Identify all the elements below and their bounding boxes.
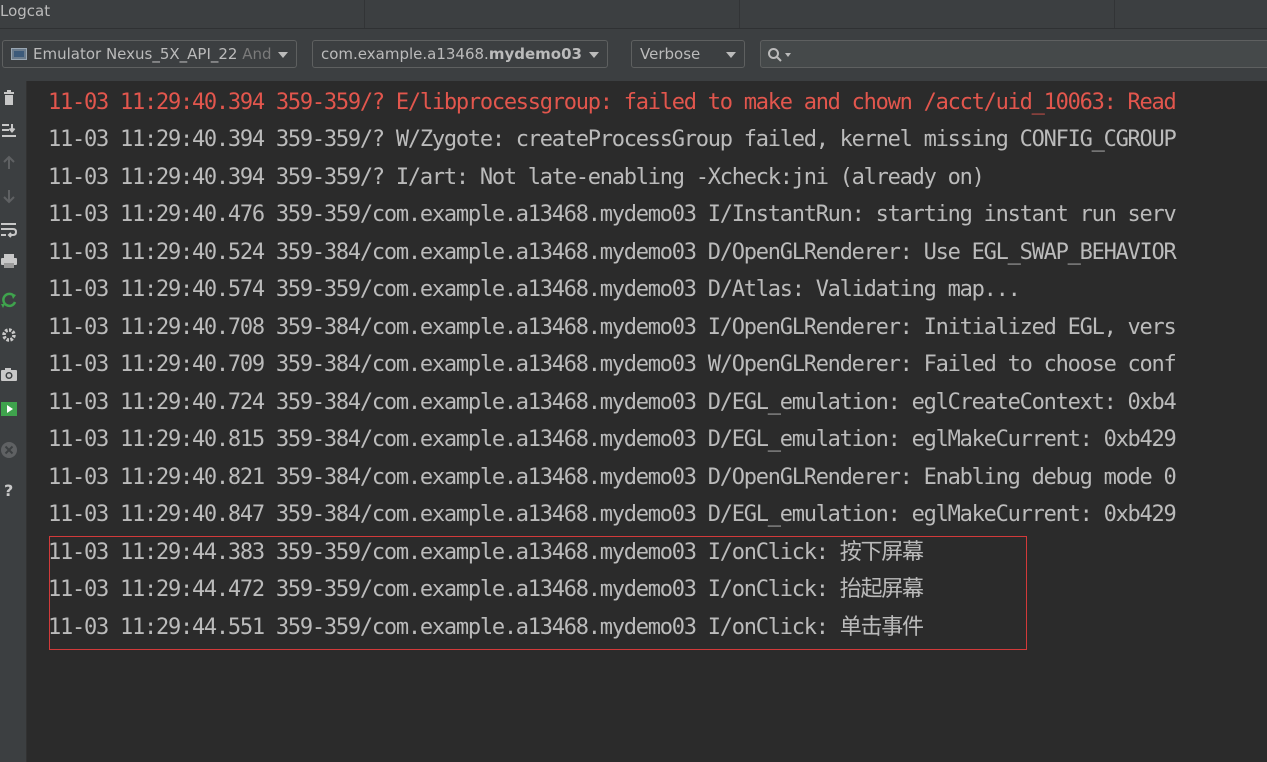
close-icon[interactable] <box>0 441 18 459</box>
log-line-text: 11-03 11:29:44.551 359-359/com.example.a… <box>48 615 840 640</box>
log-line: 11-03 11:29:40.724 359-384/com.example.a… <box>48 390 1177 415</box>
log-message-cjk: 抬起屏幕 <box>839 577 924 602</box>
chevron-down-icon <box>278 52 288 58</box>
log-line-text: 11-03 11:29:44.383 359-359/com.example.a… <box>48 540 840 565</box>
title-divider <box>1114 0 1115 28</box>
log-message-cjk: 按下屏幕 <box>839 540 924 565</box>
restart-icon[interactable] <box>0 291 18 309</box>
down-arrow-icon[interactable] <box>0 187 18 205</box>
screen-record-icon[interactable] <box>0 400 18 418</box>
logcat-title-bar: Logcat <box>0 0 1267 29</box>
svg-text:?: ? <box>4 481 13 499</box>
log-level-value: Verbose <box>640 45 701 63</box>
window-title: Logcat <box>0 2 51 20</box>
log-line: 11-03 11:29:40.394 359-359/? E/libproces… <box>48 90 1177 115</box>
log-line-onclick: 11-03 11:29:44.383 359-359/com.example.a… <box>48 534 924 571</box>
log-line: 11-03 11:29:40.394 359-359/? I/art: Not … <box>48 165 985 190</box>
log-line-onclick: 11-03 11:29:44.551 359-359/com.example.a… <box>48 609 924 646</box>
log-message-cjk: 单击事件 <box>839 615 924 640</box>
title-divider <box>364 0 365 28</box>
logcat-toolbar: Emulator Nexus_5X_API_22 Andi com.exampl… <box>0 29 1267 81</box>
emulator-device-icon <box>11 48 27 60</box>
log-line: 11-03 11:29:40.708 359-384/com.example.a… <box>48 315 1177 340</box>
log-line: 11-03 11:29:40.821 359-384/com.example.a… <box>48 465 1177 490</box>
log-line: 11-03 11:29:40.394 359-359/? W/Zygote: c… <box>48 127 1177 152</box>
log-level-selector[interactable]: Verbose <box>631 40 745 68</box>
trash-icon[interactable] <box>0 89 18 107</box>
print-icon[interactable] <box>0 252 18 270</box>
process-prefix: com.example.a13468. <box>321 45 489 63</box>
title-divider <box>739 0 740 28</box>
log-line: 11-03 11:29:40.476 359-359/com.example.a… <box>48 202 1177 227</box>
device-suffix: Andi <box>242 45 272 63</box>
soft-wrap-icon[interactable] <box>0 220 18 238</box>
log-line: 11-03 11:29:40.847 359-384/com.example.a… <box>48 502 1177 527</box>
log-line-onclick: 11-03 11:29:44.472 359-359/com.example.a… <box>48 571 924 608</box>
search-icon <box>768 48 791 62</box>
log-line: 11-03 11:29:40.574 359-359/com.example.a… <box>48 277 1021 302</box>
help-icon[interactable]: ? <box>0 481 18 499</box>
logcat-search-input[interactable] <box>760 40 1267 68</box>
log-line-text: 11-03 11:29:44.472 359-359/com.example.a… <box>48 577 840 602</box>
log-line: 11-03 11:29:40.815 359-384/com.example.a… <box>48 427 1177 452</box>
chevron-down-icon <box>726 52 736 58</box>
up-arrow-icon[interactable] <box>0 154 18 172</box>
chevron-down-icon <box>589 52 599 58</box>
logcat-output[interactable]: 11-03 11:29:40.394 359-359/? E/libproces… <box>27 81 1267 762</box>
log-line: 11-03 11:29:40.524 359-384/com.example.a… <box>48 240 1177 265</box>
logcat-sidebar: ? <box>0 81 27 762</box>
log-line: 11-03 11:29:40.709 359-384/com.example.a… <box>48 352 1177 377</box>
settings-icon[interactable] <box>0 326 18 344</box>
scroll-to-end-icon[interactable] <box>0 121 18 139</box>
process-name: mydemo03 <box>488 45 582 63</box>
device-name: Emulator Nexus_5X_API_22 <box>33 45 238 63</box>
device-selector[interactable]: Emulator Nexus_5X_API_22 Andi <box>2 40 297 68</box>
process-selector[interactable]: com.example.a13468.mydemo03 ( <box>312 40 608 68</box>
screenshot-icon[interactable] <box>0 365 18 383</box>
